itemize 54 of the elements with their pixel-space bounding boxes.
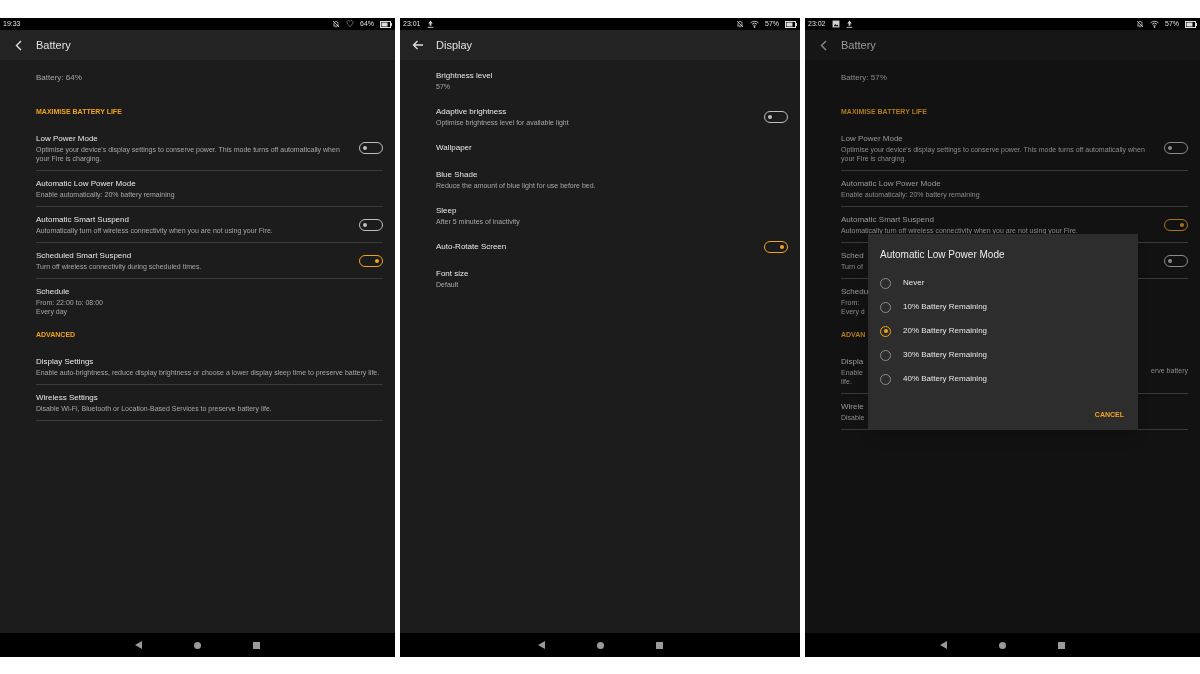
battery-level-text: Battery: 64%: [36, 73, 82, 83]
setting-title[interactable]: Blue Shade: [436, 169, 596, 181]
setting-title[interactable]: Automatic Low Power Mode: [841, 178, 980, 190]
battery-level-text: Battery: 57%: [841, 73, 887, 83]
option-label[interactable]: 10% Battery Remaining: [903, 301, 988, 313]
home-circle-icon[interactable]: [194, 641, 201, 649]
setting-title[interactable]: Low Power Mode: [36, 133, 347, 145]
back-triangle-icon[interactable]: [940, 641, 947, 649]
option-label[interactable]: Never: [903, 277, 925, 289]
setting-title[interactable]: Scheduled Smart Suspend: [36, 250, 202, 262]
dialog-title: Automatic Low Power Mode: [880, 248, 1006, 262]
muted-bell-icon: [332, 20, 340, 28]
wifi-icon: [750, 20, 759, 28]
muted-bell-icon: [1136, 20, 1144, 28]
wifi-icon: [1150, 20, 1159, 28]
screen-title: Display: [436, 37, 473, 53]
battery-icon: [380, 20, 392, 28]
recents-square-icon[interactable]: [253, 641, 260, 649]
setting-title[interactable]: Adaptive brightness: [436, 106, 569, 118]
screen-title: Battery: [841, 37, 876, 53]
back-chevron-icon[interactable]: [819, 39, 827, 51]
setting-title[interactable]: Schedule: [36, 286, 103, 298]
home-circle-icon[interactable]: [999, 641, 1006, 649]
setting-title[interactable]: Sched: [841, 250, 864, 262]
battery-icon: [785, 20, 797, 28]
setting-title[interactable]: Font size: [436, 268, 469, 280]
screen-title: Battery: [36, 37, 71, 53]
setting-title[interactable]: Low Power Mode: [841, 133, 1152, 145]
setting-title[interactable]: Brightness level: [436, 70, 493, 82]
battery-icon: [1185, 20, 1197, 28]
option-label[interactable]: 40% Battery Remaining: [903, 373, 988, 385]
setting-title[interactable]: Schedu: [841, 286, 869, 298]
setting-title[interactable]: Wirele: [841, 401, 865, 413]
setting-title[interactable]: Sleep: [436, 205, 520, 217]
back-triangle-icon[interactable]: [537, 641, 545, 649]
setting-title[interactable]: Automatic Smart Suspend: [36, 214, 273, 226]
setting-title[interactable]: Display Settings: [36, 356, 380, 368]
setting-title[interactable]: Displa: [841, 356, 864, 368]
option-label[interactable]: 30% Battery Remaining: [903, 349, 988, 361]
setting-title[interactable]: Automatic Low Power Mode: [36, 178, 175, 190]
setting-title[interactable]: Automatic Smart Suspend: [841, 214, 1078, 226]
heart-outline-icon: [346, 20, 354, 28]
setting-title[interactable]: Auto-Rotate Screen: [436, 241, 507, 253]
muted-bell-icon: [736, 20, 744, 28]
setting-title[interactable]: Wallpaper: [436, 142, 472, 154]
upload-icon: [426, 20, 434, 28]
option-label[interactable]: 20% Battery Remaining: [903, 325, 988, 337]
back-arrow-icon[interactable]: [412, 40, 424, 50]
home-circle-icon[interactable]: [596, 641, 604, 649]
upload-icon: [845, 20, 853, 28]
recents-square-icon[interactable]: [1058, 641, 1065, 649]
recents-square-icon[interactable]: [655, 641, 663, 649]
setting-title[interactable]: Wireless Settings: [36, 392, 272, 404]
back-triangle-icon[interactable]: [135, 641, 142, 649]
